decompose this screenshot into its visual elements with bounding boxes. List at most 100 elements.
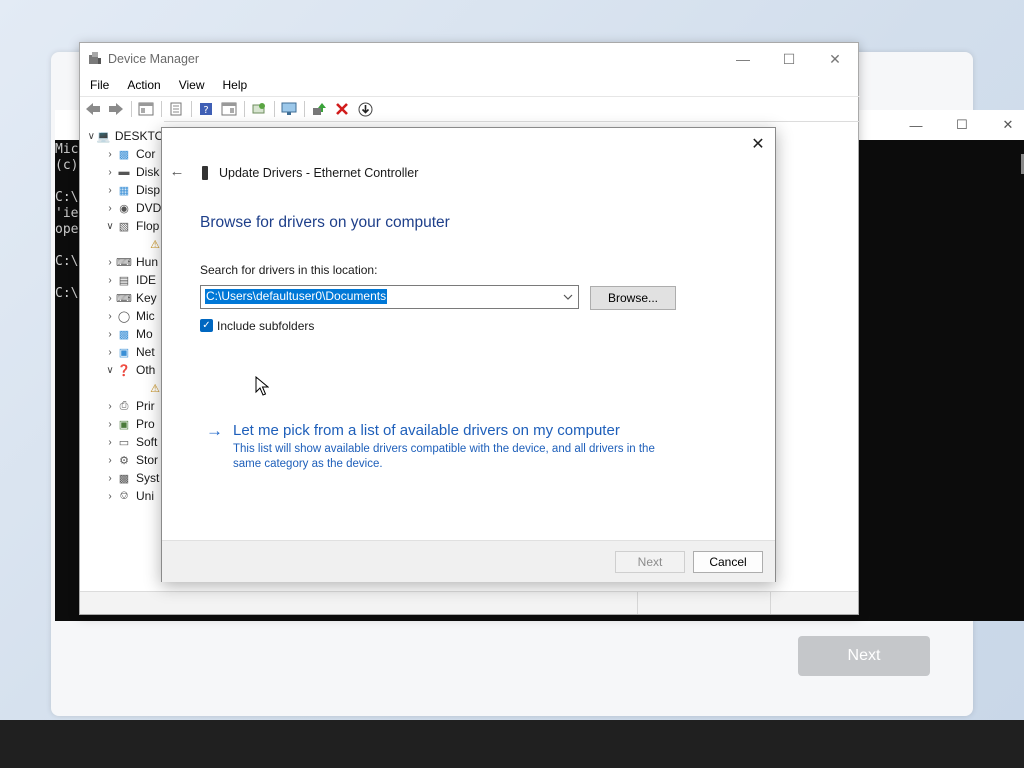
usb-icon: ⎊ <box>119 489 129 502</box>
cmd-maximize-icon[interactable]: ☐ <box>939 110 985 140</box>
chevron-right-icon[interactable]: › <box>104 491 116 502</box>
device-tree-item[interactable]: › ⎊ Uni <box>80 487 164 505</box>
other-devices-icon: ❓ <box>117 364 131 377</box>
device-tree-item[interactable]: › ▣ Net <box>80 343 164 361</box>
monitor-icon: ▩ <box>118 148 130 161</box>
device-tree-label: Syst <box>136 471 160 485</box>
chevron-down-icon[interactable] <box>558 286 578 308</box>
device-tree-item[interactable]: › ◯ Mic <box>80 307 164 325</box>
cancel-button[interactable]: Cancel <box>693 551 763 573</box>
chevron-right-icon[interactable]: › <box>104 293 116 304</box>
help-icon[interactable]: ? <box>195 99 217 119</box>
device-tree-label: Disp <box>136 183 161 197</box>
setup-next-button[interactable]: Next <box>798 636 930 676</box>
chevron-down-icon[interactable]: ∨ <box>104 221 116 232</box>
device-tree-item[interactable]: › ◉ DVD <box>80 199 164 217</box>
chevron-down-icon[interactable]: ∨ <box>86 131 97 142</box>
network-icon: ▣ <box>118 346 130 359</box>
device-tree-item[interactable]: ⚠ <box>80 235 164 253</box>
dm-menubar: File Action View Help <box>80 75 858 95</box>
chevron-right-icon[interactable]: › <box>104 329 116 340</box>
next-button[interactable]: Next <box>615 551 685 573</box>
chevron-right-icon[interactable]: › <box>104 149 116 160</box>
device-tree-item[interactable]: › ▩ Cor <box>80 145 164 163</box>
chevron-right-icon[interactable]: › <box>104 185 116 196</box>
dialog-close-icon[interactable]: ✕ <box>746 132 770 156</box>
device-tree-label: Key <box>136 291 157 305</box>
driver-path-combobox[interactable]: C:\Users\defaultuser0\Documents <box>200 285 579 309</box>
system-device-icon: ▩ <box>118 472 130 485</box>
device-tree-item[interactable]: ∨ ▧ Flop <box>80 217 164 235</box>
device-tree-label: Net <box>136 345 155 359</box>
printer-icon: ⎙ <box>119 399 129 412</box>
dm-minimize-icon[interactable]: — <box>720 43 766 75</box>
browse-button[interactable]: Browse... <box>590 286 676 310</box>
device-tree-item[interactable]: › ⎙ Prir <box>80 397 164 415</box>
dm-maximize-icon[interactable]: ☐ <box>766 43 812 75</box>
enable-device-icon[interactable] <box>354 99 376 119</box>
chevron-right-icon[interactable]: › <box>104 419 116 430</box>
menu-view[interactable]: View <box>169 75 213 95</box>
chevron-right-icon[interactable]: › <box>104 473 116 484</box>
computer-icon: 💻 <box>96 130 111 143</box>
menu-file[interactable]: File <box>80 75 117 95</box>
chevron-right-icon[interactable]: › <box>104 257 116 268</box>
chevron-down-icon[interactable]: ∨ <box>104 365 116 376</box>
device-tree-item[interactable]: › ▣ Pro <box>80 415 164 433</box>
device-tree-label: Oth <box>136 363 156 377</box>
status-divider <box>637 592 638 614</box>
forward-arrow-icon[interactable] <box>105 99 127 119</box>
pick-from-list-link[interactable]: Let me pick from a list of available dri… <box>233 422 620 439</box>
device-tree-label: Disk <box>136 165 160 179</box>
properties-icon[interactable] <box>165 99 187 119</box>
menu-action[interactable]: Action <box>117 75 168 95</box>
device-tree-label: Mic <box>136 309 155 323</box>
back-arrow-icon[interactable]: ← <box>168 162 186 180</box>
arrow-right-icon[interactable]: → <box>206 421 223 441</box>
keyboard-icon: ⌨ <box>116 292 132 305</box>
cmd-minimize-icon[interactable]: — <box>893 110 939 140</box>
computer-monitor-icon[interactable] <box>278 99 300 119</box>
chevron-right-icon[interactable]: › <box>104 437 116 448</box>
device-tree-item[interactable]: › ▬ Disk <box>80 163 164 181</box>
cmd-close-icon[interactable]: ✕ <box>985 110 1024 140</box>
back-arrow-icon[interactable] <box>82 99 104 119</box>
include-subfolders-checkbox[interactable]: ✓ <box>200 319 213 332</box>
device-tree-item[interactable]: › ▭ Soft <box>80 433 164 451</box>
chevron-right-icon[interactable]: › <box>104 347 116 358</box>
chevron-right-icon[interactable]: › <box>104 203 116 214</box>
toolbar-separator <box>304 101 305 117</box>
device-tree-item[interactable]: › ⌨ Key <box>80 289 164 307</box>
chevron-right-icon[interactable]: › <box>104 275 116 286</box>
device-tree-item[interactable]: › ▩ Mo <box>80 325 164 343</box>
mouse-cursor-icon <box>255 376 269 396</box>
device-tree-item[interactable]: ⚠ <box>80 379 164 397</box>
status-divider <box>770 592 771 614</box>
uninstall-device-icon[interactable] <box>331 99 353 119</box>
device-tree-label: DVD <box>136 201 162 215</box>
menu-help[interactable]: Help <box>213 75 256 95</box>
dm-close-icon[interactable]: ✕ <box>812 43 858 75</box>
action-pane-icon[interactable] <box>218 99 240 119</box>
device-tree-item[interactable]: › ▤ IDE <box>80 271 164 289</box>
show-hide-tree-icon[interactable] <box>135 99 157 119</box>
device-tree-label: Mo <box>136 327 153 341</box>
device-tree-item[interactable]: ∨ 💻 DESKTO <box>80 127 164 145</box>
scan-hardware-icon[interactable] <box>248 99 270 119</box>
storage-icon: ⚙ <box>119 454 129 467</box>
dvd-icon: ◉ <box>119 202 129 215</box>
device-tree-item[interactable]: ∨ ❓ Oth <box>80 361 164 379</box>
chevron-right-icon[interactable]: › <box>104 401 116 412</box>
device-tree-item[interactable]: › ⌨ Hun <box>80 253 164 271</box>
chevron-right-icon[interactable]: › <box>104 455 116 466</box>
driver-path-input[interactable]: C:\Users\defaultuser0\Documents <box>205 289 388 304</box>
ide-icon: ▤ <box>118 274 130 287</box>
chevron-right-icon[interactable]: › <box>104 167 116 178</box>
chevron-right-icon[interactable]: › <box>104 311 116 322</box>
display-adapter-icon: ▦ <box>118 184 130 197</box>
update-driver-icon[interactable] <box>308 99 330 119</box>
device-tree-item[interactable]: › ⚙ Stor <box>80 451 164 469</box>
device-tree-item[interactable]: › ▩ Syst <box>80 469 164 487</box>
device-tree-item[interactable]: › ▦ Disp <box>80 181 164 199</box>
include-subfolders-label[interactable]: Include subfolders <box>217 319 314 333</box>
